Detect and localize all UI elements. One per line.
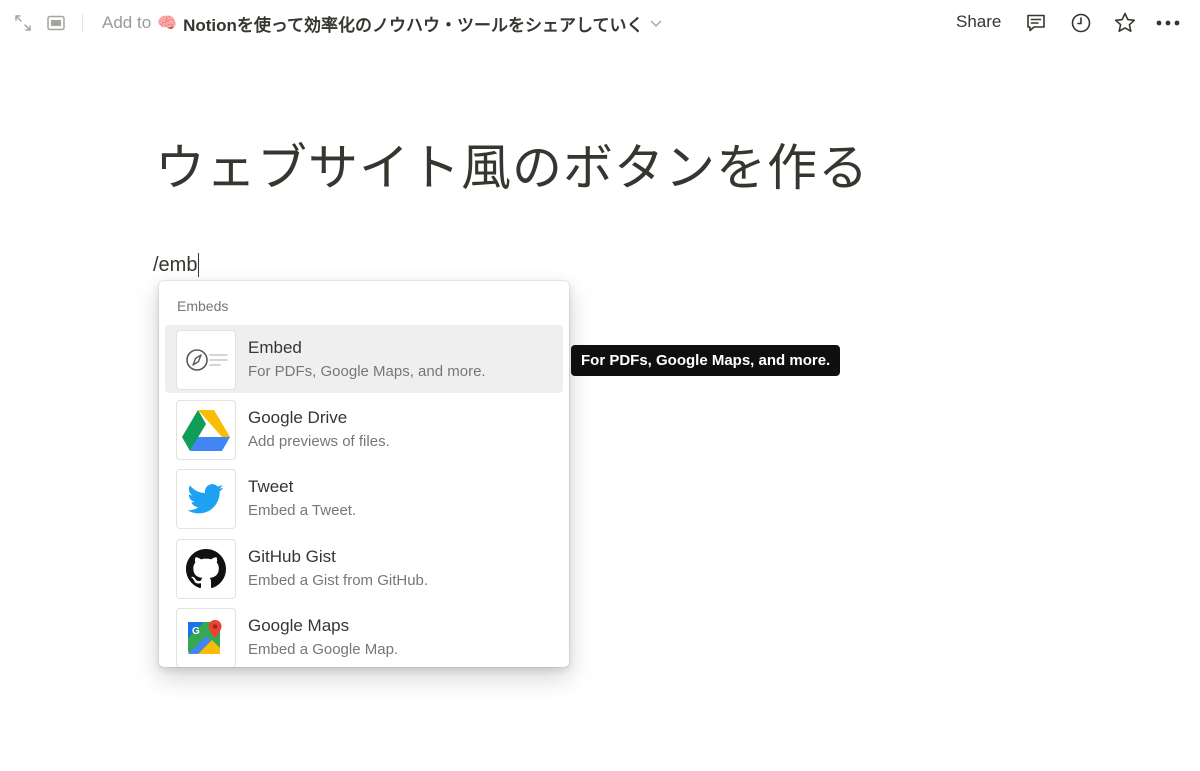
tweet-thumb xyxy=(176,469,236,529)
chevron-down-icon[interactable] xyxy=(650,13,662,33)
item-desc: Embed a Tweet. xyxy=(248,502,357,519)
comment-icon[interactable] xyxy=(1024,11,1048,35)
item-title: Tweet xyxy=(248,477,294,496)
tooltip: For PDFs, Google Maps, and more. xyxy=(571,345,841,376)
menu-item-github-gist[interactable]: GitHub Gist Embed a Gist from GitHub. xyxy=(165,534,563,602)
menu-item-embed[interactable]: Embed For PDFs, Google Maps, and more. xyxy=(165,325,563,393)
more-icon[interactable] xyxy=(1156,11,1180,35)
command-text: /emb xyxy=(153,253,198,276)
brain-emoji-icon: 🧠 xyxy=(157,15,178,32)
menu-item-google-maps[interactable]: G Google Maps Embed a Google Map. xyxy=(165,603,563,667)
github-thumb xyxy=(176,539,236,599)
svg-text:G: G xyxy=(192,626,200,637)
item-desc: Add previews of files. xyxy=(248,433,390,450)
google-drive-thumb xyxy=(176,400,236,460)
item-desc: Embed a Gist from GitHub. xyxy=(248,572,429,589)
share-button[interactable]: Share xyxy=(956,12,1001,32)
menu-item-tweet[interactable]: Tweet Embed a Tweet. xyxy=(165,464,563,532)
item-title: GitHub Gist xyxy=(248,547,336,566)
embed-thumb xyxy=(176,330,236,390)
history-clock-icon[interactable] xyxy=(1069,11,1093,35)
topbar-divider xyxy=(82,14,83,32)
item-desc: Embed a Google Map. xyxy=(248,641,399,658)
text-cursor xyxy=(198,253,200,277)
compass-icon xyxy=(186,349,228,371)
menu-item-google-drive[interactable]: Google Drive Add previews of files. xyxy=(165,395,563,463)
command-input[interactable]: /emb xyxy=(153,253,200,277)
breadcrumb[interactable]: Add to 🧠 Notionを使って効率化のノウハウ・ツールをシェアしていく xyxy=(102,12,662,35)
topbar: Add to 🧠 Notionを使って効率化のノウハウ・ツールをシェアしていく … xyxy=(0,0,1200,46)
item-title: Google Drive xyxy=(248,408,348,427)
item-title: Embed xyxy=(248,338,302,357)
sidebar-peek-icon[interactable] xyxy=(46,13,66,33)
google-maps-thumb: G xyxy=(176,608,236,667)
menu-section-label: Embeds xyxy=(177,298,229,314)
star-icon[interactable] xyxy=(1113,11,1137,35)
item-desc: For PDFs, Google Maps, and more. xyxy=(248,363,486,380)
item-title: Google Maps xyxy=(248,616,350,635)
twitter-bird-icon xyxy=(188,484,224,514)
breadcrumb-prefix: Add to xyxy=(102,13,152,32)
embed-menu: Embeds Embed For PDFs, Google Maps, and … xyxy=(159,281,569,667)
page-title[interactable]: ウェブサイト風のボタンを作る xyxy=(155,128,869,200)
google-drive-icon xyxy=(182,410,230,451)
expand-icon[interactable] xyxy=(13,13,33,33)
breadcrumb-target: Notionを使って効率化のノウハウ・ツールをシェアしていく xyxy=(183,15,644,35)
google-maps-icon: G xyxy=(188,620,222,654)
github-icon xyxy=(186,549,226,589)
